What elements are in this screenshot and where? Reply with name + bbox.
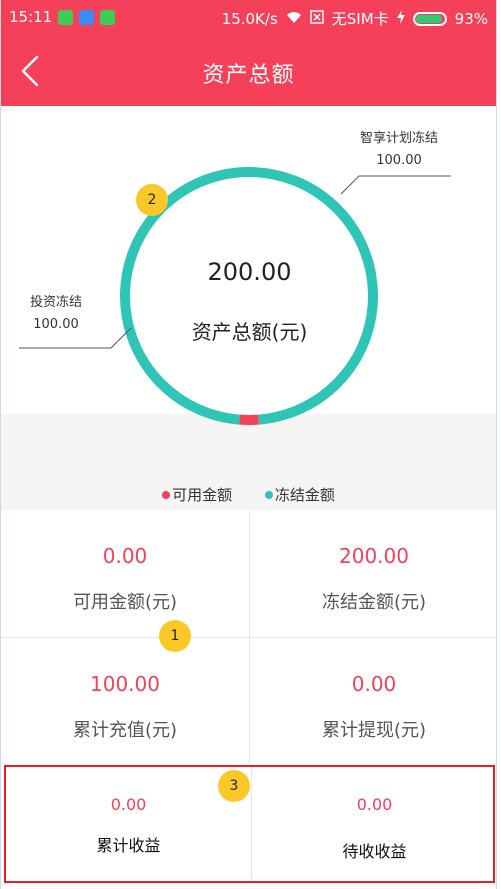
earnings-cumulative[interactable]: 0.00 累计收益 [6, 767, 251, 881]
legend-label-available: 可用金额 [172, 486, 233, 504]
earnings-panel: 0.00 累计收益 0.00 待收收益 3 [4, 765, 495, 883]
callout-plan-frozen-value: 100.00 [376, 153, 422, 168]
stat-withdraw[interactable]: 0.00 累计提现(元) [250, 638, 496, 765]
earnings-pending[interactable]: 0.00 待收收益 [252, 767, 496, 881]
legend-label-frozen: 冻结金额 [274, 486, 335, 504]
callout-plan-frozen: 智享计划冻结 100.00 [349, 128, 449, 172]
page-title: 资产总额 [202, 63, 295, 88]
stat-recharge-value: 100.00 [90, 672, 160, 696]
stat-available-label: 可用金额(元) [72, 592, 178, 613]
status-right: 15.0K/s 无SIM卡 93% [222, 8, 488, 29]
step-badge-3: 3 [218, 770, 250, 802]
status-bar: 15:11 15.0K/s 无SIM卡 93% [1, 0, 496, 35]
stat-withdraw-label: 累计提现(元) [321, 720, 427, 741]
donut-slice-1 [248, 167, 378, 425]
android-icon [100, 9, 116, 25]
battery-fill [415, 14, 442, 23]
notification-icon [58, 9, 74, 25]
step-badge-2: 2 [136, 184, 168, 216]
asset-chart-section: 200.00 资产总额(元) 智享计划冻结 100.00 投资冻结 100.00… [1, 106, 496, 510]
status-time: 15:11 [9, 8, 53, 26]
stat-frozen-label: 冻结金额(元) [321, 592, 427, 613]
legend-dot-available [162, 490, 171, 499]
callout-invest-frozen-label: 投资冻结 [29, 295, 82, 310]
no-sim-icon [310, 9, 324, 28]
callout-plan-frozen-label: 智享计划冻结 [359, 131, 438, 146]
network-speed: 15.0K/s [221, 9, 278, 28]
stat-recharge[interactable]: 100.00 累计充值(元) [1, 638, 249, 765]
status-left: 15:11 [9, 8, 116, 26]
step-badge-1: 1 [159, 620, 191, 652]
grid-divider-horizontal [1, 637, 496, 638]
stat-withdraw-value: 0.00 [351, 672, 397, 696]
stat-available-value: 0.00 [102, 544, 148, 568]
earnings-pending-value: 0.00 [356, 795, 393, 814]
callout-right-line [340, 175, 451, 195]
stat-available[interactable]: 0.00 可用金额(元) [1, 510, 249, 637]
earnings-cumulative-value: 0.00 [110, 795, 147, 814]
wifi-icon [286, 10, 302, 28]
earnings-pending-label: 待收收益 [342, 842, 407, 861]
battery-percent: 93% [454, 9, 488, 28]
callout-invest-frozen-value: 100.00 [33, 317, 79, 332]
earnings-divider [251, 767, 252, 881]
legend-dot-frozen [264, 490, 273, 499]
stat-frozen[interactable]: 200.00 冻结金额(元) [250, 510, 496, 637]
charging-icon [396, 9, 405, 28]
app-screen: 15:11 15.0K/s 无SIM卡 93% 资产总额 200.00 资产总额… [0, 0, 497, 889]
stat-recharge-label: 累计充值(元) [72, 720, 178, 741]
stats-grid: 0.00 可用金额(元) 200.00 冻结金额(元) 100.00 累计充值(… [1, 510, 496, 765]
chart-legend: 可用金额 冻结金额 [1, 484, 496, 505]
legend-item-available: 可用金额 [162, 484, 232, 505]
earnings-cumulative-label: 累计收益 [96, 836, 161, 855]
app-header: 资产总额 [1, 35, 496, 106]
sim-status: 无SIM卡 [331, 10, 389, 28]
app-notification-icon [79, 9, 95, 25]
total-assets-value: 200.00 [207, 258, 292, 286]
legend-item-frozen: 冻结金额 [264, 484, 335, 505]
callout-invest-frozen: 投资冻结 100.00 [15, 292, 97, 336]
battery-icon [412, 11, 447, 26]
stat-frozen-value: 200.00 [339, 544, 409, 568]
